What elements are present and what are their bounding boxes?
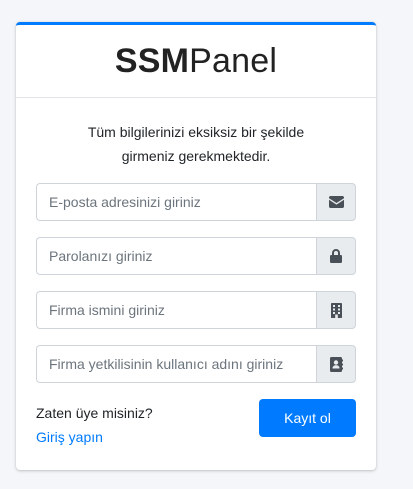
password-addon — [316, 237, 356, 275]
already-member-text: Zaten üye misiniz? — [36, 405, 153, 421]
envelope-icon — [328, 196, 344, 208]
brand-bold: SSM — [114, 41, 190, 80]
address-book-icon — [329, 356, 343, 372]
card-header: SSMPanel — [16, 25, 376, 98]
email-group — [36, 183, 356, 221]
info-message: Tüm bilgilerinizi eksiksiz bir şekilde g… — [36, 120, 356, 168]
card-body: Tüm bilgilerinizi eksiksiz bir şekilde g… — [16, 98, 376, 447]
login-prompt: Zaten üye misiniz? Giriş yapın — [36, 399, 153, 447]
password-group — [36, 237, 356, 275]
email-field[interactable] — [36, 183, 316, 221]
lock-icon — [330, 249, 342, 263]
form-footer: Zaten üye misiniz? Giriş yapın Kayıt ol — [36, 399, 356, 447]
username-addon — [316, 345, 356, 383]
info-message-line1: Tüm bilgilerinizi eksiksiz bir şekilde — [87, 124, 305, 140]
company-addon — [316, 291, 356, 329]
company-group — [36, 291, 356, 329]
brand-light: Panel — [189, 41, 278, 80]
company-name-field[interactable] — [36, 291, 316, 329]
register-card: SSMPanel Tüm bilgilerinizi eksiksiz bir … — [16, 22, 376, 470]
building-icon — [330, 302, 342, 318]
info-message-line2: girmeniz gerekmektedir. — [121, 148, 271, 164]
username-field[interactable] — [36, 345, 316, 383]
register-button[interactable]: Kayıt ol — [259, 399, 356, 437]
login-link[interactable]: Giriş yapın — [36, 427, 153, 447]
brand-logo: SSMPanel — [115, 42, 277, 81]
username-group — [36, 345, 356, 383]
email-addon — [316, 183, 356, 221]
password-field[interactable] — [36, 237, 316, 275]
